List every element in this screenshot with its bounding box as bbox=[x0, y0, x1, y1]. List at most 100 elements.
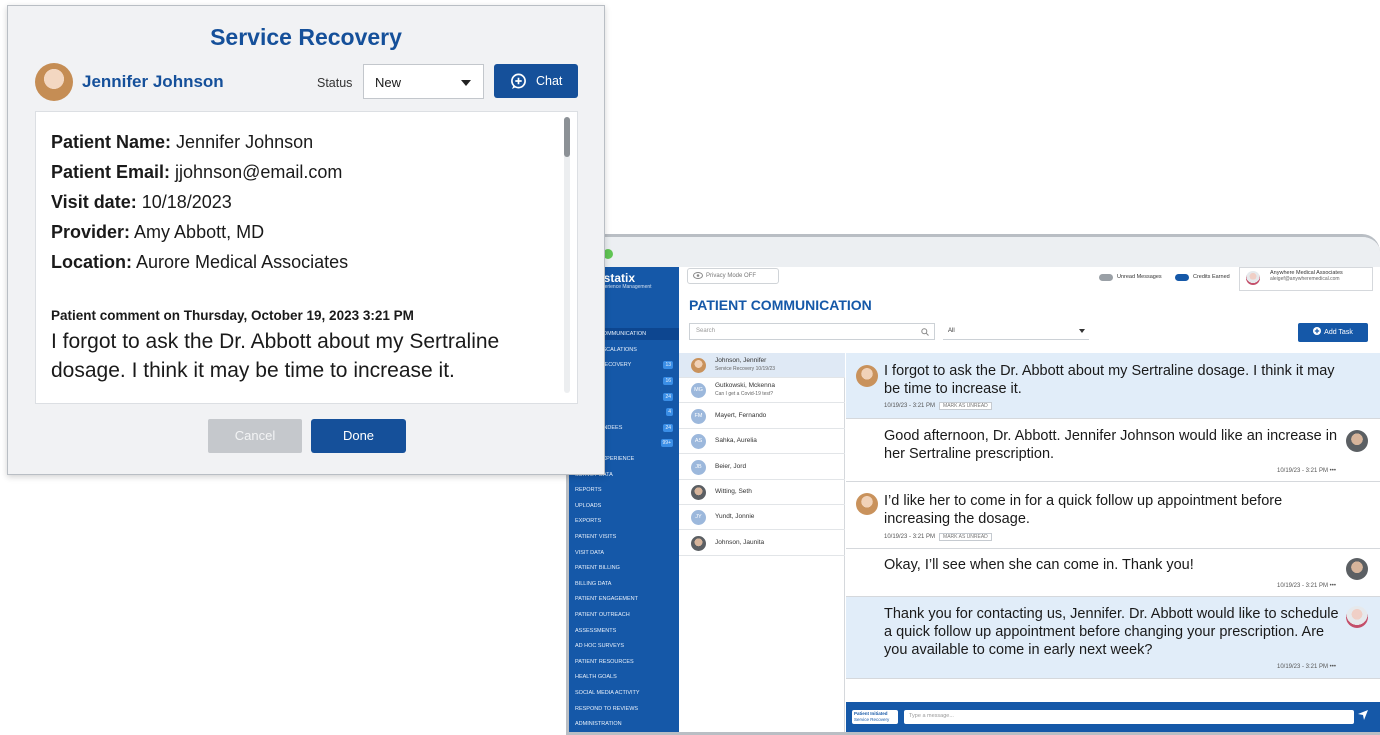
message-text: I forgot to ask the Dr. Abbott about my … bbox=[884, 363, 1335, 397]
patient-name-field: Patient Name: Jennifer Johnson bbox=[51, 132, 313, 153]
page-title: PATIENT COMMUNICATION bbox=[689, 297, 872, 313]
sidebar-item[interactable]: Administration bbox=[575, 718, 679, 730]
sidebar-item[interactable]: Reports bbox=[575, 484, 679, 496]
conversation-name: Mayert, Fernando bbox=[715, 411, 767, 419]
sidebar-item-label: Reports bbox=[575, 487, 602, 494]
sidebar-item[interactable]: Assessments bbox=[575, 625, 679, 637]
sidebar-item[interactable]: Health Goals bbox=[575, 671, 679, 683]
org-selector[interactable]: Anywhere Medical Associates aleigef@anyw… bbox=[1239, 267, 1373, 291]
search-input[interactable]: Search bbox=[689, 323, 935, 340]
chevron-down-icon bbox=[461, 80, 471, 86]
credits-earned-toggle[interactable] bbox=[1175, 274, 1189, 281]
filter-select[interactable]: All bbox=[943, 323, 1089, 340]
field-value: Amy Abbott, MD bbox=[130, 222, 265, 242]
field-label: Patient Name: bbox=[51, 132, 172, 152]
sidebar-item[interactable]: Patient Billing bbox=[575, 562, 679, 574]
message-placeholder: Type a message... bbox=[909, 713, 954, 719]
conversation-avatar bbox=[691, 535, 706, 551]
composer-context-chip[interactable]: Patient Initiated Service Recovery bbox=[852, 710, 898, 724]
org-email: aleigef@anywheremedical.com bbox=[1270, 276, 1340, 282]
status-select[interactable]: New bbox=[363, 64, 484, 99]
conversation-preview: Can I get a Covid-19 test? bbox=[715, 391, 774, 398]
visit-date-field: Visit date: 10/18/2023 bbox=[51, 192, 232, 213]
sidebar-item-label: Patient Engagement bbox=[575, 596, 638, 603]
sidebar-item-label: Exports bbox=[575, 518, 602, 525]
patient-avatar bbox=[35, 63, 73, 101]
patient-email-field: Patient Email: jjohnson@email.com bbox=[51, 162, 342, 183]
patient-name: Jennifer Johnson bbox=[82, 72, 224, 91]
message-text: Good afternoon, Dr. Abbott. Jennifer Joh… bbox=[884, 428, 1338, 462]
field-value: Aurore Medical Associates bbox=[132, 252, 349, 272]
field-label: Patient Email: bbox=[51, 162, 171, 182]
message-input[interactable]: Type a message... bbox=[904, 710, 1354, 724]
sidebar-item[interactable]: Visit Data bbox=[575, 547, 679, 559]
sidebar-item[interactable]: Billing Data bbox=[575, 578, 679, 590]
patient-avatar bbox=[856, 365, 878, 387]
message-meta: 10/19/23 - 3:21 PM MARK AS UNREAD bbox=[884, 402, 992, 410]
message-item: I forgot to ask the Dr. Abbott about my … bbox=[846, 353, 1380, 419]
send-button[interactable] bbox=[1358, 710, 1368, 723]
unread-messages-label: Unread Messages bbox=[1117, 274, 1162, 280]
conversation-item[interactable]: MG Gutkowski, Mckenna Can I get a Covid-19… bbox=[679, 378, 845, 404]
composer-chip-sub: Service Recovery bbox=[854, 717, 890, 722]
sidebar-item-label: Uploads bbox=[575, 502, 602, 509]
sidebar-item[interactable]: Ad Hoc Surveys bbox=[575, 640, 679, 652]
sidebar-item[interactable]: Social Media Activity bbox=[575, 687, 679, 699]
sidebar-item[interactable]: Patient Outreach bbox=[575, 609, 679, 621]
composer-bar: Patient Initiated Service Recovery Type … bbox=[846, 702, 1380, 732]
search-icon bbox=[921, 328, 929, 336]
sidebar-item-label: Patient Outreach bbox=[575, 612, 630, 618]
app-content: medstatix Patient Experience Management … bbox=[569, 267, 1380, 732]
add-task-button[interactable]: Add Task bbox=[1298, 323, 1368, 342]
chevron-down-icon bbox=[1079, 329, 1085, 333]
sidebar-item-badge: 13 bbox=[663, 361, 673, 370]
done-button[interactable]: Done bbox=[311, 419, 406, 453]
chat-plus-icon bbox=[511, 73, 526, 89]
scrollbar[interactable] bbox=[564, 117, 570, 393]
message-text: Thank you for contacting us, Jennifer. D… bbox=[884, 606, 1339, 658]
message-text: Okay, I’ll see when she can come in. Tha… bbox=[884, 557, 1194, 573]
conversation-item[interactable]: Johnson, Jennifer Service Recovery 10/19/… bbox=[679, 353, 845, 378]
chat-label: Chat bbox=[536, 74, 563, 88]
sidebar-item-label: Respond to Reviews bbox=[575, 705, 639, 712]
unread-messages-toggle[interactable] bbox=[1099, 274, 1113, 281]
comment-header: Patient comment on Thursday, October 19,… bbox=[51, 308, 414, 323]
conversation-item[interactable]: Johnson, Jaunita bbox=[679, 531, 845, 556]
conversation-item[interactable]: JB Beier, Jord bbox=[679, 455, 845, 480]
privacy-mode-toggle[interactable]: Privacy Mode OFF bbox=[687, 268, 779, 284]
sidebar-item-label: Social Media Activity bbox=[575, 690, 640, 696]
staff-avatar bbox=[1346, 558, 1368, 580]
mark-unread-button[interactable]: MARK AS UNREAD bbox=[939, 533, 992, 541]
sidebar-item[interactable]: Exports bbox=[575, 515, 679, 527]
chat-button[interactable]: Chat bbox=[494, 64, 578, 98]
sidebar-item-label: Visit Data bbox=[575, 549, 605, 556]
service-recovery-dialog: Service Recovery Jennifer Johnson Status… bbox=[7, 5, 605, 475]
sidebar-item-badge: 4 bbox=[666, 408, 673, 417]
mark-unread-button[interactable]: MARK AS UNREAD bbox=[939, 402, 992, 410]
status-value: New bbox=[375, 75, 402, 90]
field-value: 10/18/2023 bbox=[136, 192, 232, 212]
sidebar-item[interactable]: Patient Visits bbox=[575, 531, 679, 543]
sidebar-item-label: Ad Hoc Surveys bbox=[575, 643, 625, 650]
conversation-avatar: JY bbox=[691, 510, 706, 526]
field-value: Jennifer Johnson bbox=[171, 132, 314, 152]
cancel-button[interactable]: Cancel bbox=[208, 419, 302, 453]
sidebar-item-label: Assessments bbox=[575, 627, 617, 634]
sidebar-item-badge: 16 bbox=[663, 377, 673, 385]
field-value: jjohnson@email.com bbox=[170, 162, 343, 182]
message-text: I’d like her to come in for a quick foll… bbox=[884, 493, 1283, 527]
sidebar-item[interactable]: Respond to Reviews bbox=[575, 703, 679, 715]
conversation-item[interactable]: AS Sahka, Aurelia bbox=[679, 429, 845, 455]
conversation-item[interactable]: JY Yundt, Jonnie bbox=[679, 505, 845, 531]
conversation-avatar: FM bbox=[691, 408, 706, 424]
message-meta: 10/19/23 - 3:21 PM MARK AS UNREAD bbox=[884, 533, 992, 541]
sidebar-item[interactable]: Patient Engagement bbox=[575, 593, 679, 605]
add-task-label: Add Task bbox=[1324, 329, 1353, 336]
conversation-item[interactable]: Witting, Seth bbox=[679, 480, 845, 505]
sidebar-item[interactable]: Uploads bbox=[575, 500, 679, 512]
conversation-avatar bbox=[691, 358, 706, 373]
scrollbar-thumb[interactable] bbox=[564, 117, 570, 157]
conversation-item[interactable]: FM Mayert, Fernando bbox=[679, 404, 845, 429]
conversation-name: Gutkowski, Mckenna bbox=[715, 382, 775, 390]
sidebar-item[interactable]: Patient Resources bbox=[575, 656, 679, 668]
